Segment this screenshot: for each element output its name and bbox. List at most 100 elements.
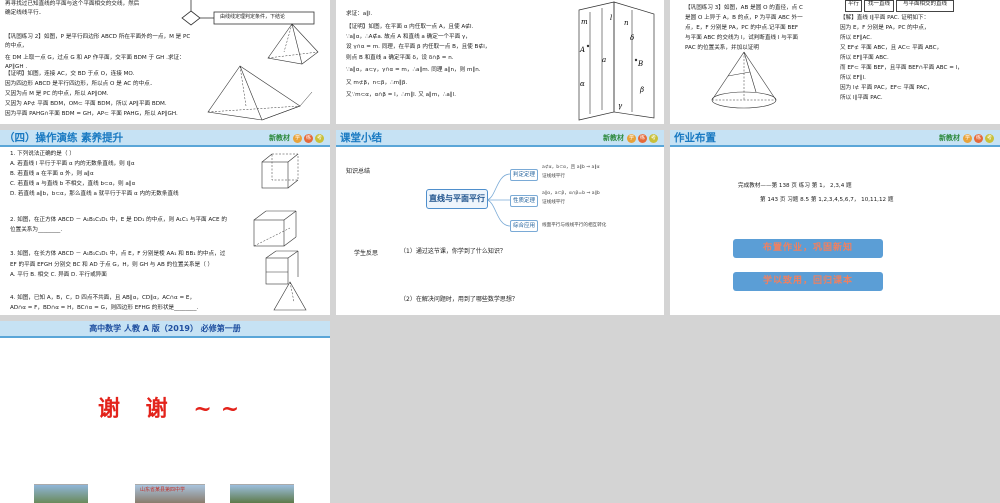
badge: 学	[627, 134, 636, 143]
slide-text: 3. 如图，在长方体 ABCD － A₁B₁C₁D₁ 中，点 E，F 分别是棱 …	[10, 251, 226, 257]
slide-text: 所以 EF∥平面 ABC.	[840, 55, 889, 61]
slide-text: 【巩固练习 2】如图，P 是平行四边形 ABCD 所在平面外的一点，M 是 PC	[5, 34, 191, 40]
pyramid-figure-1	[267, 23, 319, 65]
slide-text: 确定线线平行．	[5, 10, 45, 16]
question-2: （2）在解决问题时，用到了哪些数学思想？	[400, 296, 518, 303]
cube-figure-1	[261, 153, 299, 189]
badge: 练	[974, 134, 983, 143]
mindmap-branch: 综合应用	[510, 220, 538, 232]
homework-line-2: 第 143 页 习题 8.5 第 1,2,3,4,5,6,7， 10,11,12…	[760, 197, 894, 203]
slide-title: 作业布置	[674, 132, 716, 144]
slide-3-thumbnail[interactable]: 平行 找一直线 与平面相交的直线 【巩固练习 3】如图，AB 是圆 O 的直径，…	[670, 0, 1000, 124]
table-cell: 找一直线	[864, 0, 894, 12]
slide-text: 设 γ∩α = m. 同理，在平面 β 内任取一点 B，且使 B∉l，	[346, 44, 491, 50]
label-A: A	[579, 46, 585, 54]
slide-text: 点，E，F 分别是 PA，PC 的中点.记平面 BEF	[685, 25, 799, 31]
banner-1: 布置作业，巩固新知	[733, 239, 883, 258]
slide-text: AD∩α = F，BD∩α = H，BC∩α = G，则四边形 EFHG 的形状…	[10, 305, 199, 311]
badge: 学	[293, 134, 302, 143]
slide-text: 则点 B 和直线 a 确定平面 δ，设 δ∩β = n.	[346, 55, 454, 61]
banner-2: 学以致用，回归课本	[733, 272, 883, 291]
slide-text: 2. 如图，在正方体 ABCD － A₁B₁C₁D₁ 中，E 是 DD₁ 的中点…	[10, 217, 227, 223]
slide-text: 1. 下列说法正确的是（ ）	[10, 151, 75, 157]
slide-text: 又 m⊄β，n⊂β，∴m∥β.	[346, 80, 408, 86]
mindmap-center: 直线与平面平行	[426, 189, 488, 209]
slide-text: ∵a∥α，a⊂γ，γ∩α = m，∴a∥m. 同理 a∥n，则 m∥n.	[346, 67, 481, 73]
slide-text: 的中点，	[5, 43, 28, 49]
slide-1-thumbnail[interactable]: 再寻找过已知直线的平面与这个平面相交的交线，然后 确定线线平行． 由线线定理判定…	[0, 0, 330, 124]
slide-text: EF 的平面 EFGH 分别交 BC 和 AD 于点 G，H，则 GH 与 AB…	[10, 262, 214, 268]
slide-text: D. 若直线 a∥b，b⊂α，那么直线 a 就平行于平面 α 内的无数条直线	[10, 191, 179, 197]
badge: 考	[649, 134, 658, 143]
badge: 考	[985, 134, 994, 143]
label-beta: β	[639, 86, 644, 94]
label-delta: δ	[630, 34, 634, 42]
slide-2-thumbnail[interactable]: 求证：a∥l. 【证明】如图，在平面 α 内任取一点 A，且使 A∉l. ∵a∥…	[336, 0, 664, 124]
slide-title: 课堂小结	[340, 132, 382, 144]
question-1: （1）通过这节课，你学到了什么知识？	[400, 248, 506, 255]
brand-label: 新教材	[269, 134, 290, 142]
tetrahedron-figure	[273, 281, 307, 311]
label-m: m	[581, 18, 588, 26]
slide-header: 作业布置 新教材 学 练 考	[670, 130, 1000, 147]
badge-group: 学 练 考	[293, 134, 324, 143]
slide-text: 所以 EF∥l.	[840, 75, 866, 81]
slide-text: 【解】直线 l∥平面 PAC. 证明如下：	[840, 15, 930, 21]
slide-text: 因为 E，F 分别是 PA，PC 的中点，	[840, 25, 930, 31]
mindmap-detail: a⊄α，b⊂α，且 a∥b ⇒ a∥α	[542, 165, 600, 170]
slide-5-thumbnail[interactable]: 课堂小结 新教材 学 练 考 知识总结 直线与平面平行 判定定理 性质定理 综合…	[336, 130, 664, 315]
slide-text: 又因为 AP⊄ 平面 BDM，OM⊂ 平面 BDM，所以 AP∥平面 BDM.	[5, 101, 167, 107]
campus-photo	[34, 484, 88, 503]
brand-label: 新教材	[939, 134, 960, 142]
slide-title: （四）操作演练 素养提升	[4, 132, 124, 144]
label-a: a	[602, 56, 606, 64]
label-n: n	[624, 19, 629, 27]
badge: 考	[315, 134, 324, 143]
slide-text: 又因为点 M 是 PC 的中点，所以 AP∥OM.	[5, 91, 109, 97]
flow-label: 由线线定理判定条件，下结论	[220, 14, 286, 20]
slide-text: 是圆 O 上异于 A，B 的点，P 为平面 ABC 外一	[685, 15, 803, 21]
slide-text: 【证明】如图，在平面 α 内任取一点 A，且使 A∉l.	[346, 24, 474, 30]
slide-text: ∵a∥α，∴A∉a. 故点 A 和直线 a 确定一个平面 γ，	[346, 34, 471, 40]
slide-header: 高中数学 人教 A 版（2019） 必修第一册	[0, 321, 330, 338]
school-name: 山东省某县第四中学	[140, 487, 186, 493]
slide-4-thumbnail[interactable]: （四）操作演练 素养提升 新教材 学 练 考 1. 下列说法正确的是（ ） A.…	[0, 130, 330, 315]
slide-text: 又∵m⊂α，α∩β = l，∴m∥l. 又 a∥m，∴a∥l.	[346, 92, 456, 98]
badge-group: 学 练 考	[627, 134, 658, 143]
mindmap-detail: 证线线平行	[542, 174, 565, 179]
slide-header: 课堂小结 新教材 学 练 考	[336, 130, 664, 147]
slide-6-thumbnail[interactable]: 作业布置 新教材 学 练 考 完成教材——第 138 页 练习 第 1， 2,3…	[670, 130, 1000, 315]
reflect-label: 学生反思	[354, 250, 379, 257]
badge-group: 学 练 考	[963, 134, 994, 143]
mindmap-detail: a∥α，a⊂β，α∩β=b ⇒ a∥b	[542, 191, 600, 196]
campus-photo	[230, 484, 294, 503]
slide-text: 4. 如图，已知 A，B，C，D 四点不共面，且 AB∥α，CD∥α，AC∩α …	[10, 295, 196, 301]
mindmap-branch: 性质定理	[510, 195, 538, 207]
slide-7-thumbnail[interactable]: 高中数学 人教 A 版（2019） 必修第一册 谢 谢 ~~ 山东省某县第四中学	[0, 321, 330, 503]
slide-text: 【证明】如图，连接 AC，交 BD 于点 O，连接 MO.	[5, 71, 135, 77]
thanks-text: 谢 谢 ~~	[98, 396, 249, 422]
slide-text: 在 DM 上取一点 G，过点 G 和 AP 作平面，交平面 BDM 于 GH .…	[5, 55, 185, 61]
slide-text: 与平面 ABC 的交线为 l，试判断直线 l 与平面	[685, 35, 798, 41]
slide-text: 【巩固练习 3】如图，AB 是圆 O 的直径，点 C	[685, 5, 803, 11]
campus-photo: 山东省某县第四中学	[135, 484, 205, 503]
summary-label: 知识总结	[346, 168, 371, 175]
slide-text: 因为四边形 ABCD 是平行四边形，所以点 O 是 AC 的中点．	[5, 81, 156, 87]
mindmap-detail: 证线线平行	[542, 200, 565, 205]
cone-figure	[711, 51, 777, 109]
homework-line-1: 完成教材——第 138 页 练习 第 1， 2,3,4 题	[738, 183, 852, 189]
slide-text: A. 若直线 l 平行于平面 α 内的无数条直线，则 l∥α	[10, 161, 135, 167]
slide-text: 所以 EF∥AC.	[840, 35, 872, 41]
badge: 练	[638, 134, 647, 143]
slide-text: 因为 l⊄ 平面 PAC，EF⊂ 平面 PAC，	[840, 85, 933, 91]
cube-figure-2	[253, 210, 297, 247]
slide-text: 又 EF⊄ 平面 ABC，且 AC⊂ 平面 ABC，	[840, 45, 943, 51]
mindmap-branch: 判定定理	[510, 169, 538, 181]
slide-text: C. 若直线 a 与直线 b 不相交，直线 b⊂α，则 a∥α	[10, 181, 136, 187]
label-l: l	[610, 14, 612, 22]
pyramid-figure-2	[207, 65, 313, 121]
badge: 学	[963, 134, 972, 143]
slide-text: 位置关系为________.	[10, 227, 63, 233]
table-cell: 平行	[845, 0, 862, 12]
label-alpha: α	[580, 80, 585, 88]
